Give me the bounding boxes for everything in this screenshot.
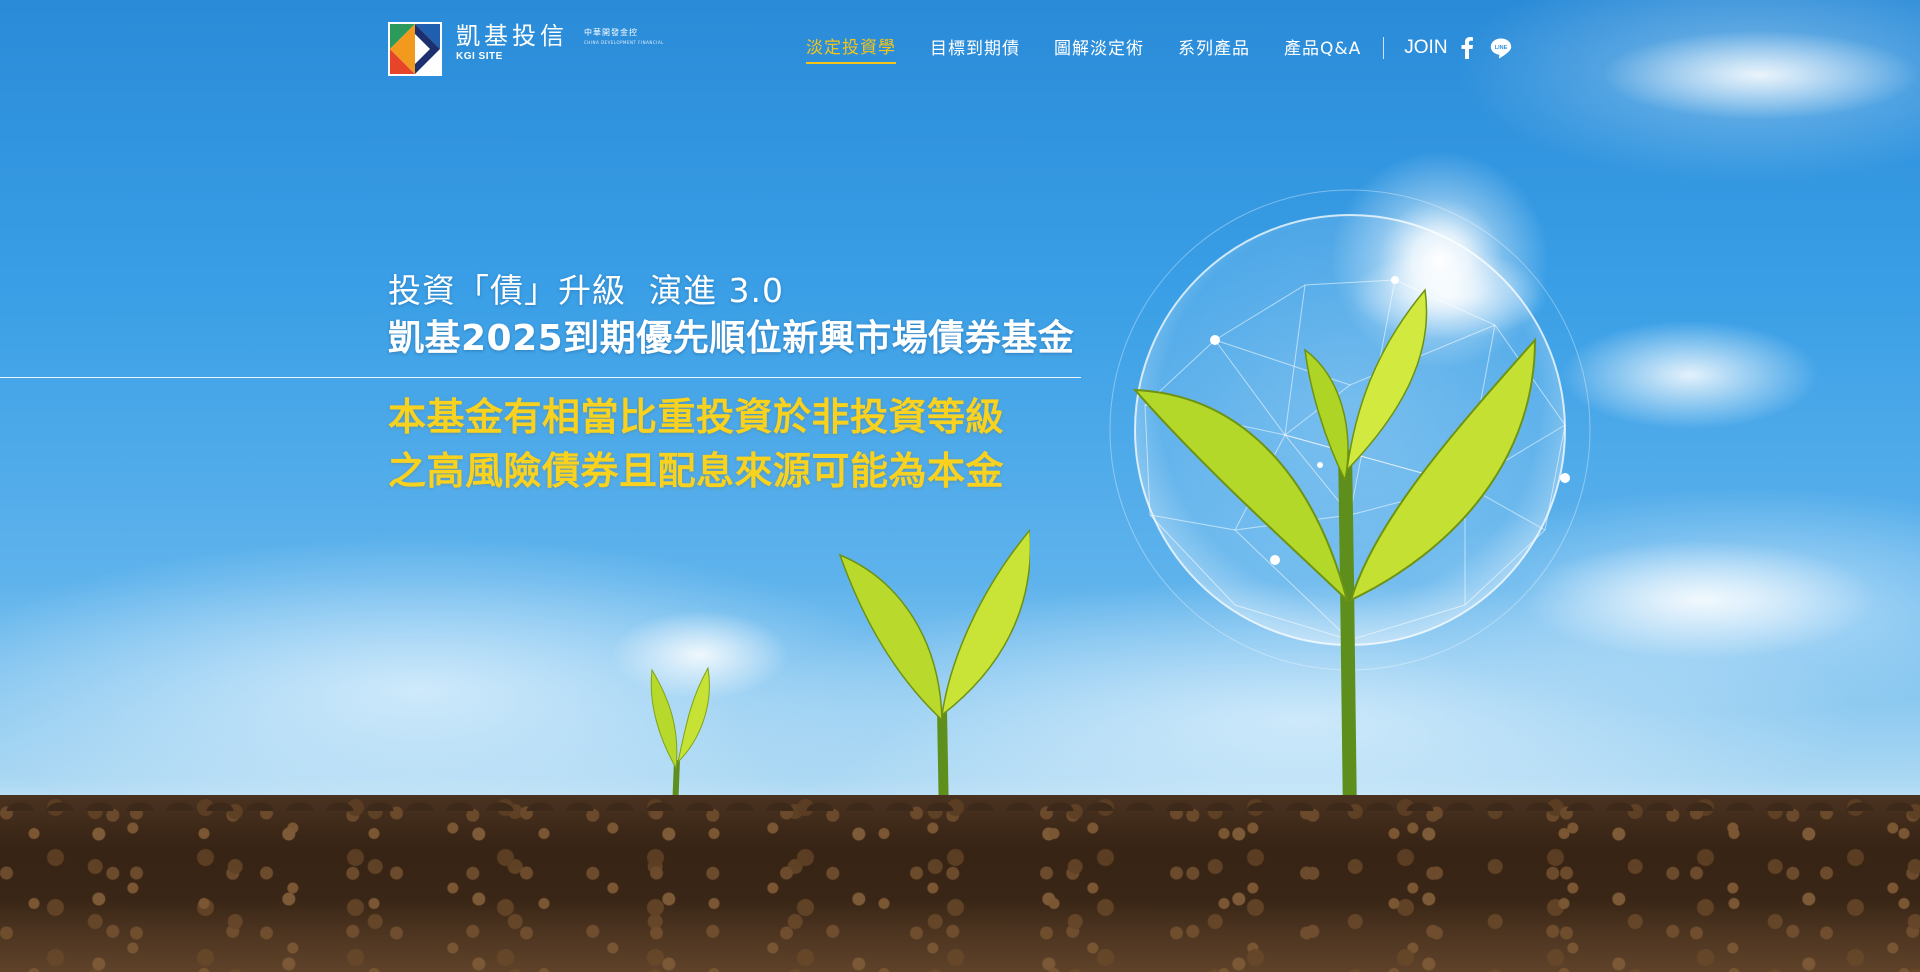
main-nav: 淡定投資學 目標到期債 圖解淡定術 系列產品 產品Q&A JOIN LINE xyxy=(806,33,1512,64)
site-header: 凱基投信 KGI SITE 中華開發金控 CHINA DEVELOPMENT F… xyxy=(0,0,1920,90)
facebook-icon[interactable] xyxy=(1460,37,1474,59)
nav-item-product-qa[interactable]: 產品Q&A xyxy=(1284,34,1361,63)
nav-item-target-maturity-bond[interactable]: 目標到期債 xyxy=(930,34,1020,63)
seedling-medium xyxy=(838,528,1030,820)
risk-warning-line-2: 之高風險債券且配息來源可能為本金 xyxy=(388,449,1005,493)
hero-title: 凱基2025到期優先順位新興市場債券基金 xyxy=(388,318,1075,359)
kgi-logo-mark xyxy=(388,22,442,76)
seedling-large xyxy=(1132,288,1537,820)
parent-company-sub: CHINA DEVELOPMENT FINANCIAL xyxy=(584,40,664,45)
nav-item-product-series[interactable]: 系列產品 xyxy=(1178,34,1250,63)
svg-text:LINE: LINE xyxy=(1494,45,1507,51)
hero-copy: 投資「債」升級 演進 3.0 凱基2025到期優先順位新興市場債券基金 xyxy=(388,268,1074,364)
join-label[interactable]: JOIN xyxy=(1404,37,1447,59)
hero-subtitle: 投資「債」升級 演進 3.0 xyxy=(388,271,784,310)
risk-warning-line-1: 本基金有相當比重投資於非投資等級 xyxy=(388,395,1005,439)
line-icon[interactable]: LINE xyxy=(1490,37,1512,59)
brand-sub: KGI SITE xyxy=(456,51,503,62)
nav-divider xyxy=(1383,37,1385,59)
parent-company-tag: 中華開發金控 CHINA DEVELOPMENT FINANCIAL xyxy=(584,28,664,48)
brand-logo[interactable]: 凱基投信 KGI SITE 中華開發金控 CHINA DEVELOPMENT F… xyxy=(388,22,664,76)
brand-text: 凱基投信 KGI SITE xyxy=(456,22,568,64)
soil-ground xyxy=(0,781,1920,972)
nav-item-illustrated-guide[interactable]: 圖解淡定術 xyxy=(1054,34,1144,63)
nav-item-invest-learning[interactable]: 淡定投資學 xyxy=(806,33,896,64)
parent-company-name: 中華開發金控 xyxy=(584,28,638,37)
risk-warning: 本基金有相當比重投資於非投資等級 之高風險債券且配息來源可能為本金 xyxy=(388,390,1004,498)
hero-divider-line xyxy=(0,377,1081,378)
kgi-logo-icon xyxy=(390,24,440,74)
brand-name: 凱基投信 xyxy=(456,22,568,50)
cloud xyxy=(1560,320,1820,430)
social-links: LINE xyxy=(1460,37,1512,59)
